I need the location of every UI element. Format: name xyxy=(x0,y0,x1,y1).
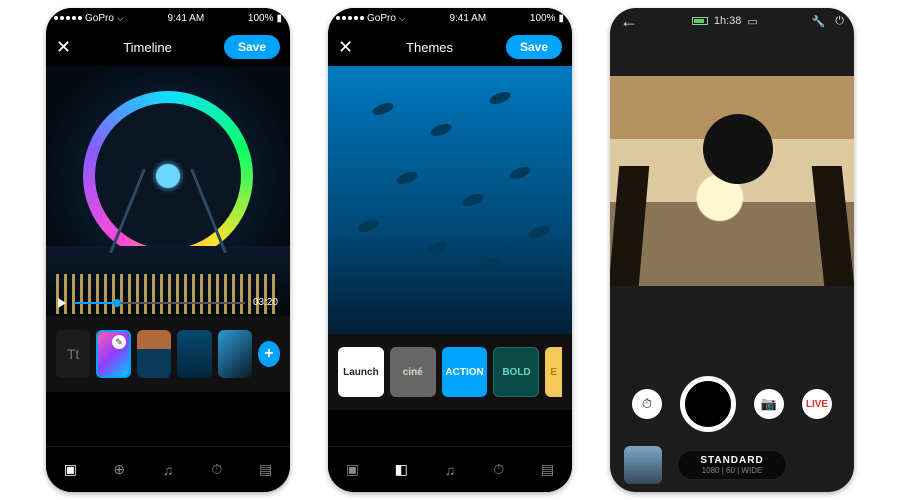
theme-elite[interactable]: E xyxy=(545,347,562,397)
theme-cine[interactable]: ciné xyxy=(390,347,436,397)
theme-action[interactable]: ACTION xyxy=(442,347,488,397)
status-bar: GoPro ⌵ 9:41 AM 100% ▮ xyxy=(328,8,572,28)
signal-icon xyxy=(336,16,364,20)
clip-thumb[interactable] xyxy=(218,330,252,378)
power-icon[interactable]: ⏻ xyxy=(835,15,844,28)
add-clip-button[interactable]: + xyxy=(258,341,280,367)
duration-label: 03:20 xyxy=(253,297,278,308)
editor-header: ✕ Timeline Save xyxy=(46,28,290,66)
playback-bar[interactable]: 03:20 xyxy=(58,297,278,308)
sd-icon: ▭ xyxy=(747,15,757,28)
music-icon[interactable]: ♫ xyxy=(158,460,178,480)
wifi-icon: ⌵ xyxy=(117,13,124,24)
page-title: Timeline xyxy=(123,40,172,55)
video-preview[interactable]: 03:20 xyxy=(46,66,290,316)
speed-icon[interactable]: ⏱ xyxy=(489,460,509,480)
theme-launch[interactable]: Launch xyxy=(338,347,384,397)
camera-footer: STANDARD 1080 | 60 | WIDE xyxy=(610,438,854,492)
timer-button[interactable]: ⏱ xyxy=(632,389,662,419)
edit-icon[interactable]: ✎ xyxy=(112,335,126,349)
editor-bottom-nav: ▣ ⊕ ♫ ⏱ ▤ xyxy=(46,446,290,492)
clip-thumb[interactable] xyxy=(177,330,211,378)
save-button[interactable]: Save xyxy=(506,35,562,59)
add-clip-icon[interactable]: ⊕ xyxy=(109,460,129,480)
mode-detail: 1080 | 60 | WIDE xyxy=(700,466,763,475)
layout-icon[interactable]: ▤ xyxy=(538,460,558,480)
back-icon[interactable]: ← xyxy=(620,11,638,32)
camera-status-bar: ← 1h:38 ▭ 🔧 ⏻ xyxy=(610,8,854,34)
editor-bottom-nav: ▣ ◧ ♫ ⏱ ▤ xyxy=(328,446,572,492)
battery-icon: ▮ xyxy=(276,13,282,24)
shutter-button[interactable] xyxy=(680,376,736,432)
settings-icon[interactable]: 🔧 xyxy=(812,15,826,28)
recording-time: 1h:38 xyxy=(714,15,742,27)
play-icon[interactable] xyxy=(58,298,66,308)
close-icon[interactable]: ✕ xyxy=(338,37,353,58)
add-text-button[interactable]: Tt xyxy=(56,330,90,378)
phone-camera: ← 1h:38 ▭ 🔧 ⏻ ⏱ 📷 LIVE STANDARD 1080 | 6… xyxy=(610,8,854,492)
clips-icon[interactable]: ▣ xyxy=(342,460,362,480)
battery-label: 100% xyxy=(248,13,274,24)
phone-themes: GoPro ⌵ 9:41 AM 100% ▮ ✕ Themes Save Lau… xyxy=(328,8,572,492)
theme-bold[interactable]: BOLD xyxy=(493,347,539,397)
page-title: Themes xyxy=(406,40,453,55)
status-bar: GoPro ⌵ 9:41 AM 100% ▮ xyxy=(46,8,290,28)
live-button[interactable]: LIVE xyxy=(802,389,832,419)
phone-timeline: GoPro ⌵ 9:41 AM 100% ▮ ✕ Timeline Save 0… xyxy=(46,8,290,492)
mode-selector[interactable]: STANDARD 1080 | 60 | WIDE xyxy=(677,450,786,480)
theme-preview[interactable] xyxy=(328,66,572,334)
clock-label: 9:41 AM xyxy=(449,13,486,24)
add-clip-icon[interactable]: ◧ xyxy=(391,460,411,480)
battery-icon xyxy=(692,17,708,25)
editor-header: ✕ Themes Save xyxy=(328,28,572,66)
battery-icon: ▮ xyxy=(558,13,564,24)
wifi-icon: ⌵ xyxy=(399,13,406,24)
theme-strip: Launch ciné ACTION BOLD E xyxy=(328,334,572,410)
clock-label: 9:41 AM xyxy=(167,13,204,24)
last-capture-thumb[interactable] xyxy=(624,446,662,484)
carrier-label: GoPro xyxy=(85,13,114,24)
signal-icon xyxy=(54,16,82,20)
layout-icon[interactable]: ▤ xyxy=(256,460,276,480)
camera-controls: ⏱ 📷 LIVE xyxy=(610,366,854,438)
close-icon[interactable]: ✕ xyxy=(56,37,71,58)
clips-icon[interactable]: ▣ xyxy=(60,460,80,480)
battery-label: 100% xyxy=(530,13,556,24)
carrier-label: GoPro xyxy=(367,13,396,24)
scrubber-track[interactable] xyxy=(74,302,245,304)
camera-viewfinder[interactable] xyxy=(610,76,854,286)
save-button[interactable]: Save xyxy=(224,35,280,59)
clip-thumb[interactable] xyxy=(137,330,171,378)
clip-strip: Tt ✎ + xyxy=(46,316,290,392)
music-icon[interactable]: ♫ xyxy=(440,460,460,480)
photo-button[interactable]: 📷 xyxy=(754,389,784,419)
speed-icon[interactable]: ⏱ xyxy=(207,460,227,480)
clip-thumb-selected[interactable]: ✎ xyxy=(96,330,131,378)
mode-name: STANDARD xyxy=(700,455,763,466)
